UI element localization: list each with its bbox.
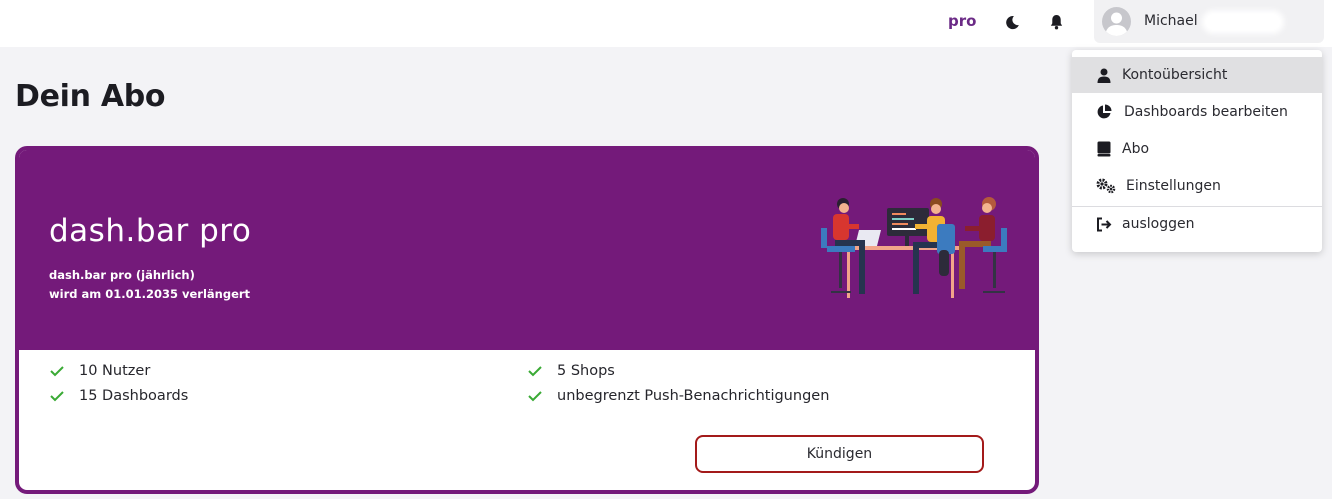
- pro-link[interactable]: pro: [948, 12, 976, 30]
- moon-icon: [1005, 15, 1019, 29]
- avatar: [1102, 7, 1131, 36]
- logout-icon: [1096, 216, 1112, 232]
- user-icon: [1096, 67, 1112, 83]
- notifications-button[interactable]: [1046, 12, 1066, 32]
- menu-item-logout[interactable]: ausloggen: [1072, 206, 1322, 242]
- menu-item-subscription[interactable]: Abo: [1072, 131, 1322, 167]
- subscription-card: dash.bar pro dash.bar pro (jährlich) wir…: [15, 146, 1039, 494]
- renewal-text: wird am 01.01.2035 verlängert: [49, 287, 251, 301]
- menu-item-label: Dashboards bearbeiten: [1124, 104, 1288, 120]
- pie-chart-icon: [1096, 104, 1112, 120]
- menu-item-settings[interactable]: Einstellungen: [1072, 168, 1322, 204]
- gears-icon: [1096, 178, 1116, 194]
- top-bar: pro Michael: [0, 0, 1332, 47]
- menu-item-label: Kontoübersicht: [1122, 67, 1228, 83]
- subscription-card-header: dash.bar pro dash.bar pro (jährlich) wir…: [19, 150, 1035, 350]
- plan-title: dash.bar pro: [49, 213, 252, 249]
- menu-item-label: Abo: [1122, 141, 1150, 157]
- redacted-surname: [1206, 14, 1280, 30]
- bell-icon: [1050, 14, 1062, 30]
- menu-item-account-overview[interactable]: Kontoübersicht: [1072, 57, 1322, 93]
- plan-billing: dash.bar pro (jährlich): [49, 268, 195, 282]
- user-menu-toggle[interactable]: Michael: [1094, 0, 1324, 43]
- menu-item-edit-dashboards[interactable]: Dashboards bearbeiten: [1072, 94, 1322, 130]
- list-item: unbegrenzt Push-Benachrichtigungen: [527, 388, 829, 404]
- cancel-subscription-button[interactable]: Kündigen: [695, 435, 984, 473]
- list-item: 10 Nutzer: [49, 363, 150, 379]
- feature-label: 5 Shops: [557, 363, 615, 379]
- plan-details: dash.bar pro (jährlich) wird am 01.01.20…: [49, 266, 250, 304]
- dark-mode-toggle[interactable]: [1002, 12, 1022, 32]
- user-dropdown-menu: Kontoübersicht Dashboards bearbeiten Abo: [1072, 50, 1322, 252]
- menu-item-label: Einstellungen: [1126, 178, 1221, 194]
- check-icon: [50, 391, 64, 402]
- book-icon: [1096, 141, 1112, 157]
- team-illustration: [821, 197, 1007, 298]
- list-item: 5 Shops: [527, 363, 615, 379]
- check-icon: [528, 366, 542, 377]
- check-icon: [528, 391, 542, 402]
- check-icon: [50, 366, 64, 377]
- page-title: Dein Abo: [15, 79, 166, 114]
- menu-item-label: ausloggen: [1122, 216, 1195, 232]
- feature-label: 10 Nutzer: [79, 363, 151, 379]
- user-name: Michael: [1144, 13, 1198, 29]
- feature-label: unbegrenzt Push-Benachrichtigungen: [557, 388, 830, 404]
- list-item: 15 Dashboards: [49, 388, 188, 404]
- feature-label: 15 Dashboards: [79, 388, 189, 404]
